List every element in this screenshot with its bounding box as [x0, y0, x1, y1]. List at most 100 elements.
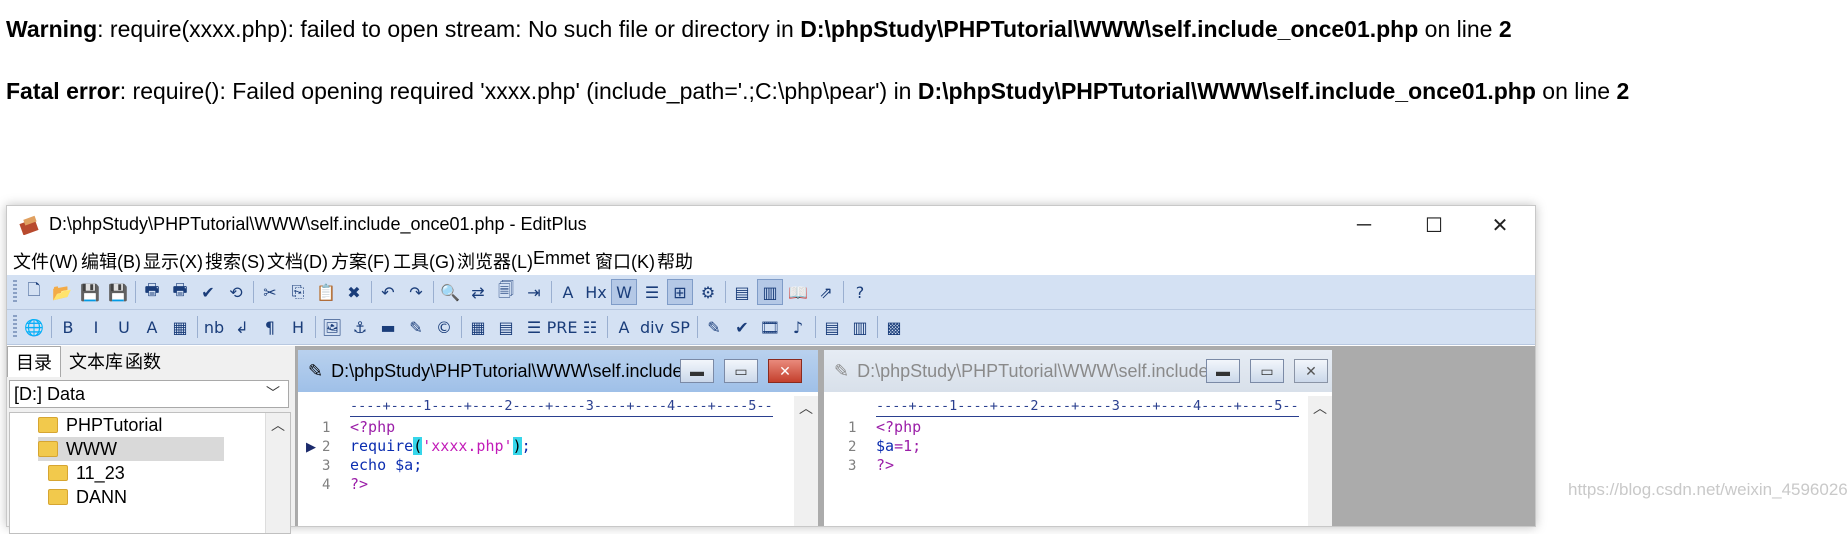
font-icon[interactable]: A: [555, 279, 581, 305]
copy-icon[interactable]: ⎘: [285, 279, 311, 305]
doc-minimize-button[interactable]: ▬: [1206, 359, 1240, 383]
help-pointer-icon[interactable]: ?: [847, 279, 873, 305]
font-color-icon[interactable]: A: [139, 314, 165, 340]
print-icon[interactable]: 🖶: [167, 279, 193, 305]
list-icon[interactable]: ☷: [577, 314, 603, 340]
print-preview-icon[interactable]: 🖶: [139, 279, 165, 305]
column-select-icon[interactable]: ⊞: [667, 279, 693, 305]
doc-close-button[interactable]: ✕: [1294, 359, 1328, 383]
tree-item-phptutorial[interactable]: PHPTutorial: [38, 413, 162, 437]
doc-close-button[interactable]: ✕: [768, 359, 802, 383]
menu-item-6[interactable]: 工具(G): [393, 248, 455, 274]
open-icon[interactable]: 📂: [49, 279, 75, 305]
edit-icon[interactable]: ✎: [403, 314, 429, 340]
windows-icon[interactable]: ▩: [881, 314, 907, 340]
drive-select[interactable]: [D:] Data ﹀: [9, 380, 289, 408]
replace-icon[interactable]: ⇄: [465, 279, 491, 305]
line-break-icon[interactable]: ↲: [229, 314, 255, 340]
delete-icon[interactable]: ✖: [341, 279, 367, 305]
hex-icon[interactable]: Hx: [583, 279, 609, 305]
pre-icon[interactable]: PRE: [547, 314, 578, 340]
tree-item-11-23[interactable]: 11_23: [48, 461, 125, 485]
title-bar[interactable]: D:\phpStudy\PHPTutorial\WWW\self.include…: [7, 206, 1535, 244]
check-icon[interactable]: ✔: [729, 314, 755, 340]
code-token: <?php: [350, 418, 396, 436]
menu-item-3[interactable]: 搜索(S): [205, 248, 265, 274]
tree-item-dann[interactable]: DANN: [48, 485, 127, 509]
save-all-icon[interactable]: 💾: [105, 279, 131, 305]
menu-item-10[interactable]: 帮助: [657, 248, 693, 274]
paste-icon[interactable]: 📋: [313, 279, 339, 305]
refresh-icon[interactable]: ⟲: [223, 279, 249, 305]
layout-icon[interactable]: ▤: [819, 314, 845, 340]
scroll-up-icon[interactable]: ︿: [799, 398, 813, 418]
music-icon[interactable]: ♪: [785, 314, 811, 340]
tab-functions[interactable]: 函数: [117, 346, 169, 376]
tree-item-www[interactable]: WWW: [38, 437, 224, 461]
menu-item-4[interactable]: 文档(D): [267, 248, 328, 274]
menu-item-7[interactable]: 浏览器(L): [457, 248, 533, 274]
toolbar-grip[interactable]: [13, 315, 17, 339]
maximize-button[interactable]: ☐: [1399, 206, 1469, 244]
find-icon[interactable]: 🔍: [437, 279, 463, 305]
color-palette-icon[interactable]: ▦: [167, 314, 193, 340]
split-icon[interactable]: ▥: [847, 314, 873, 340]
code-line[interactable]: ?>: [876, 454, 894, 476]
italic-icon[interactable]: I: [83, 314, 109, 340]
hr-icon[interactable]: ▬: [375, 314, 401, 340]
anchor-icon[interactable]: ⚓: [347, 314, 373, 340]
undo-icon[interactable]: ↶: [375, 279, 401, 305]
menu-item-2[interactable]: 显示(X): [143, 248, 203, 274]
table-icon[interactable]: ▦: [465, 314, 491, 340]
tree-scrollbar[interactable]: ︿: [265, 413, 290, 533]
menu-item-5[interactable]: 方案(F): [331, 248, 390, 274]
doc-minimize-button[interactable]: ▬: [680, 359, 714, 383]
form-icon[interactable]: ▤: [493, 314, 519, 340]
word-wrap-icon[interactable]: W: [611, 279, 637, 305]
vertical-scrollbar[interactable]: ︿: [1308, 396, 1332, 526]
text-icon[interactable]: A: [611, 314, 637, 340]
browser-icon[interactable]: 🌐: [21, 314, 47, 340]
menu-item-0[interactable]: 文件(W): [13, 248, 78, 274]
view-icon[interactable]: ▤: [729, 279, 755, 305]
close-button[interactable]: ✕: [1465, 206, 1535, 244]
minimize-button[interactable]: ─: [1329, 206, 1399, 244]
nbsp-icon[interactable]: nb: [201, 314, 227, 340]
film-icon[interactable]: 🎞: [757, 314, 783, 340]
spellcheck-icon[interactable]: ✔: [195, 279, 221, 305]
goto-icon[interactable]: ⇥: [521, 279, 547, 305]
div-icon[interactable]: div: [639, 314, 665, 340]
tab-directory[interactable]: 目录: [7, 346, 61, 377]
comment-icon[interactable]: ©: [431, 314, 457, 340]
document-title-bar[interactable]: ✎ D:\phpStudy\PHPTutorial\WWW\self.inclu…: [298, 350, 818, 392]
menu-item-9[interactable]: 窗口(K): [595, 248, 655, 274]
indent-icon[interactable]: ☰: [639, 279, 665, 305]
toolbar-grip[interactable]: [13, 280, 17, 304]
output-icon[interactable]: ⇗: [813, 279, 839, 305]
doc-maximize-button[interactable]: ▭: [724, 359, 758, 383]
new-file-icon[interactable]: 🗋: [21, 279, 47, 305]
paragraph-icon[interactable]: ¶: [257, 314, 283, 340]
cut-icon[interactable]: ✂: [257, 279, 283, 305]
underline-icon[interactable]: U: [111, 314, 137, 340]
find-in-files-icon[interactable]: 🗐: [493, 279, 519, 305]
scroll-up-icon[interactable]: ︿: [1313, 398, 1327, 418]
vertical-scrollbar[interactable]: ︿: [794, 396, 818, 526]
align-icon[interactable]: ☰: [521, 314, 547, 340]
redo-icon[interactable]: ↷: [403, 279, 429, 305]
settings-icon[interactable]: ⚙: [695, 279, 721, 305]
cliptext-icon[interactable]: 📖: [785, 279, 811, 305]
code-line[interactable]: ?>: [350, 473, 368, 495]
menu-item-1[interactable]: 编辑(B): [81, 248, 141, 274]
heading-icon[interactable]: H: [285, 314, 311, 340]
document-title-bar[interactable]: ✎ D:\phpStudy\PHPTutorial\WWW\self.inclu…: [824, 350, 1332, 392]
panel-icon[interactable]: ▥: [757, 279, 783, 305]
scroll-up-icon[interactable]: ︿: [271, 415, 285, 435]
menu-item-8[interactable]: Emmet: [533, 248, 590, 269]
image-icon[interactable]: 🖼: [319, 314, 345, 340]
pencil-icon[interactable]: ✎: [701, 314, 727, 340]
span-icon[interactable]: SP: [667, 314, 693, 340]
save-icon[interactable]: 💾: [77, 279, 103, 305]
doc-maximize-button[interactable]: ▭: [1250, 359, 1284, 383]
bold-icon[interactable]: B: [55, 314, 81, 340]
